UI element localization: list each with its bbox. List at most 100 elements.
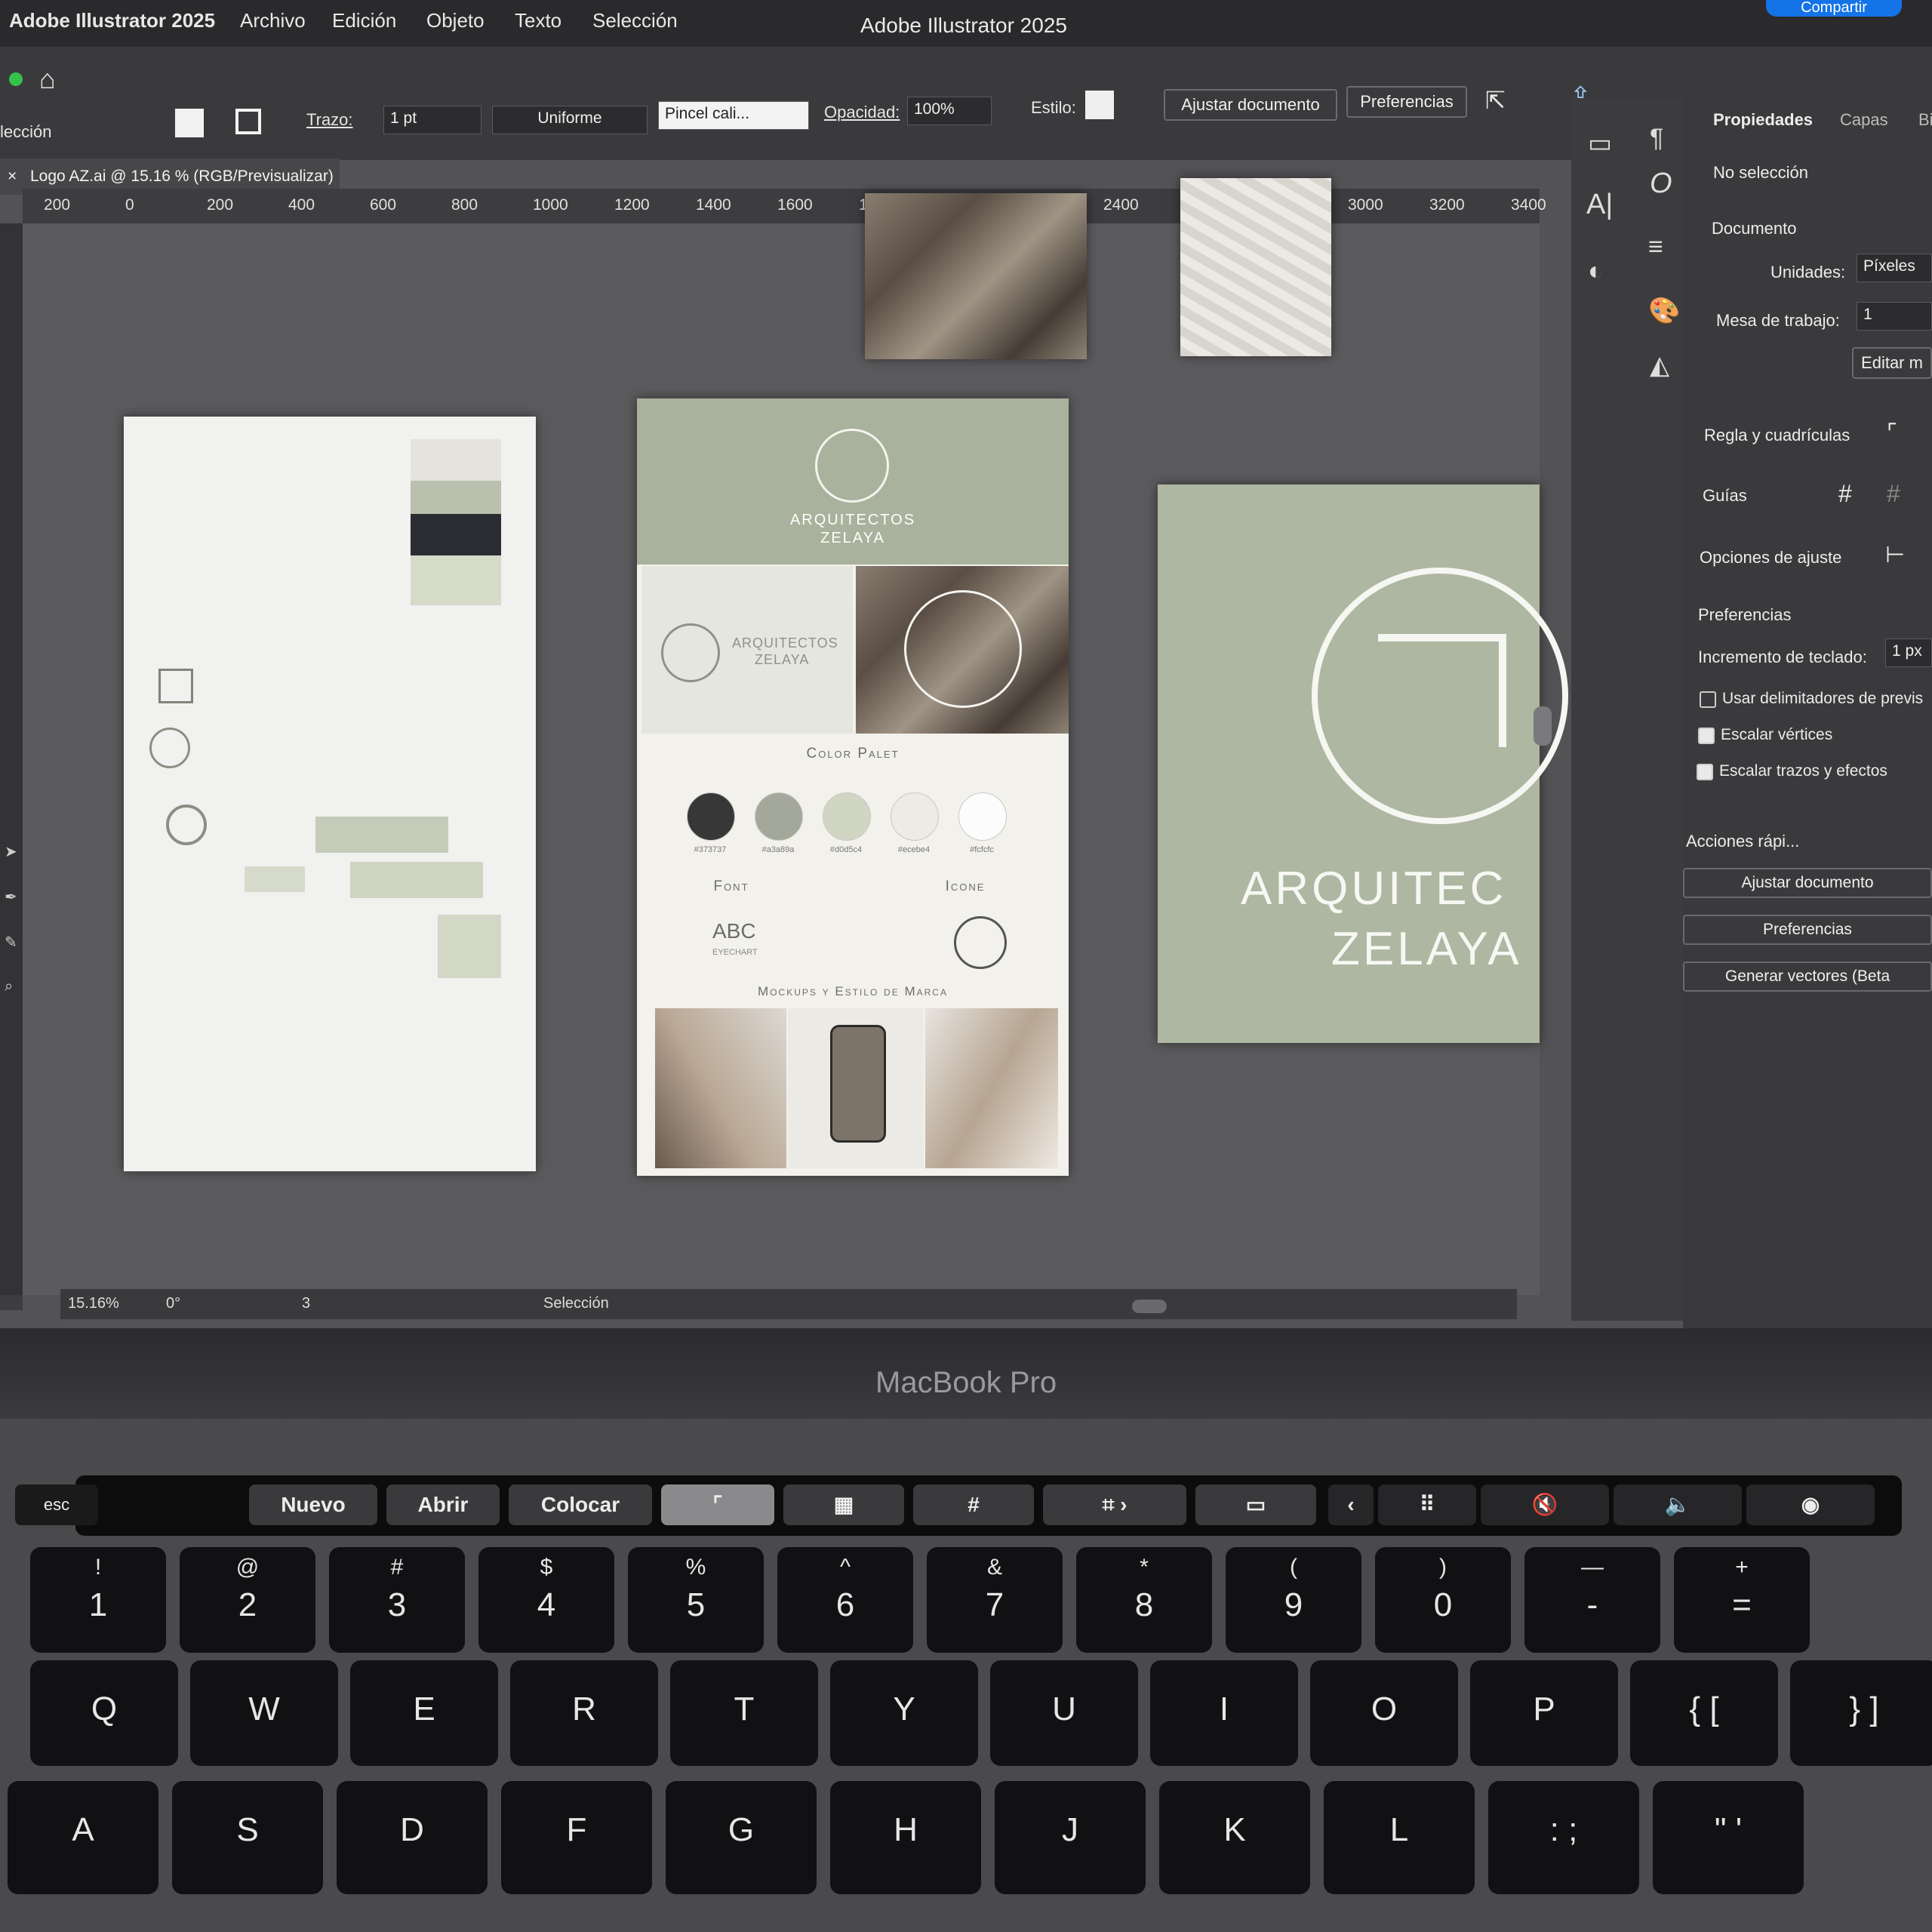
selection-tool-icon[interactable]: ➤ (5, 842, 17, 861)
letter-key[interactable]: U (990, 1660, 1138, 1766)
scale-strokes-checkbox[interactable] (1697, 764, 1713, 780)
brush-tool-icon[interactable]: ✎ (5, 933, 17, 952)
color-guide-icon[interactable]: 🎨 (1648, 296, 1680, 326)
touchbar-mute-icon[interactable]: 🔇 (1481, 1484, 1609, 1525)
arrange-icon[interactable]: ⇱ (1485, 86, 1506, 115)
letter-key[interactable]: } ] (1790, 1660, 1932, 1766)
letter-key[interactable]: K (1159, 1781, 1310, 1894)
touchbar-grid-icon[interactable]: ▦ (783, 1484, 904, 1525)
letter-key[interactable]: G (666, 1781, 817, 1894)
ruler-toggle-icon[interactable]: ⌜ (1887, 420, 1897, 446)
quick-preferences-button[interactable]: Preferencias (1683, 915, 1932, 945)
touchbar-collapse-icon[interactable]: ‹ (1328, 1484, 1374, 1525)
touchbar-launchpad-icon[interactable]: ⠿ (1378, 1484, 1476, 1525)
align-panel-icon[interactable]: ≡ (1648, 232, 1663, 262)
menu-seleccion[interactable]: Selección (592, 9, 678, 32)
stroke-swatch[interactable] (235, 109, 261, 134)
zoom-level[interactable]: 15.16% (68, 1295, 119, 1312)
character-panel-icon[interactable]: A| (1586, 189, 1613, 221)
number-key[interactable]: #3 (329, 1547, 465, 1653)
stone-texture-image[interactable] (865, 193, 1087, 359)
pen-tool-icon[interactable]: ✒ (5, 888, 17, 906)
number-key[interactable]: @2 (180, 1547, 315, 1653)
number-key[interactable]: ! 1 (30, 1547, 166, 1653)
snap-toggle-icon[interactable]: ⊢ (1885, 542, 1905, 568)
paragraph-panel-icon[interactable]: ¶ (1650, 124, 1663, 153)
letter-key[interactable]: L (1324, 1781, 1475, 1894)
touchbar-crop-icon[interactable]: ⌗ › (1043, 1484, 1186, 1525)
artboard-navigator[interactable]: 3 (302, 1295, 310, 1312)
rotate-view[interactable]: 0° (166, 1295, 180, 1312)
letter-key[interactable]: O (1310, 1660, 1458, 1766)
touchbar-guides-icon[interactable]: # (913, 1484, 1034, 1525)
letter-key[interactable]: D (337, 1781, 488, 1894)
tab-properties[interactable]: Propiedades (1713, 110, 1813, 130)
letter-key[interactable]: R (510, 1660, 658, 1766)
number-key[interactable]: (9 (1226, 1547, 1361, 1653)
number-key[interactable]: % 5 (628, 1547, 764, 1653)
share-button[interactable]: Compartir (1766, 0, 1902, 17)
number-key[interactable]: — - (1524, 1547, 1660, 1653)
touchbar-screen-mode-icon[interactable]: ▭ (1195, 1484, 1316, 1525)
number-key[interactable]: $4 (478, 1547, 614, 1653)
number-key[interactable]: ) 0 (1375, 1547, 1511, 1653)
number-key[interactable]: & 7 (927, 1547, 1063, 1653)
zoom-tool-icon[interactable]: ⌕ (5, 978, 13, 995)
letter-key[interactable]: E (350, 1660, 498, 1766)
brush-definition[interactable]: Pincel cali... (658, 101, 809, 130)
letter-key[interactable]: Q (30, 1660, 178, 1766)
vertical-scrollbar-thumb[interactable] (1534, 706, 1552, 746)
horizontal-scrollbar-thumb[interactable] (1132, 1300, 1167, 1313)
artboards-panel-icon[interactable]: ▭ (1588, 128, 1612, 158)
letter-key[interactable]: H (830, 1781, 981, 1894)
use-preview-bounds-checkbox[interactable] (1700, 691, 1716, 708)
scale-corners-checkbox[interactable] (1698, 728, 1715, 744)
transparency-panel-icon[interactable]: ◭ (1650, 350, 1669, 380)
pixel-grid-icon[interactable]: # (1887, 480, 1900, 508)
letter-key[interactable]: W (190, 1660, 338, 1766)
opacity-field[interactable]: 100% (907, 97, 992, 125)
artboard-select[interactable]: 1 (1857, 302, 1932, 331)
touchbar-place-button[interactable]: Colocar (509, 1484, 652, 1525)
number-key[interactable]: * 8 (1076, 1547, 1212, 1653)
letter-key[interactable]: T (670, 1660, 818, 1766)
quick-adjust-document-button[interactable]: Ajustar documento (1683, 868, 1932, 898)
letter-key[interactable]: P (1470, 1660, 1618, 1766)
units-select[interactable]: Píxeles (1857, 254, 1932, 282)
menu-texto[interactable]: Texto (515, 9, 561, 32)
menu-edicion[interactable]: Edición (332, 9, 396, 32)
variable-width-profile[interactable]: Uniforme (492, 106, 648, 134)
pathfinder-panel-icon[interactable]: ◐ (1588, 257, 1604, 286)
tab-layers[interactable]: Capas (1840, 110, 1888, 130)
sketch-artboard[interactable] (124, 417, 536, 1171)
letter-key[interactable]: S (172, 1781, 323, 1894)
app-menu[interactable]: Adobe Illustrator 2025 (9, 9, 215, 32)
style-swatch[interactable] (1085, 91, 1114, 119)
touchbar-ruler-icon[interactable]: ⌜ (661, 1484, 774, 1525)
letter-key[interactable]: " ' (1653, 1781, 1804, 1894)
keyboard-increment-field[interactable]: 1 px (1885, 638, 1932, 667)
letter-key[interactable]: A (8, 1781, 158, 1894)
letter-key[interactable]: J (995, 1781, 1146, 1894)
adjust-document-button[interactable]: Ajustar documento (1164, 89, 1337, 121)
home-icon[interactable]: ⌂ (39, 63, 56, 95)
window-dot-icon[interactable] (9, 72, 23, 86)
touchbar-siri-icon[interactable]: ◉ (1746, 1484, 1875, 1525)
menu-archivo[interactable]: Archivo (240, 9, 306, 32)
edit-artboards-button[interactable]: Editar m (1852, 347, 1932, 379)
letter-key[interactable]: Y (830, 1660, 978, 1766)
brand-board-artboard[interactable]: ARQUITECTOS ZELAYA ARQUITECTOS ZELAYA Co… (637, 398, 1069, 1176)
close-tab-icon[interactable]: × (8, 158, 17, 195)
esc-key[interactable]: esc (15, 1484, 98, 1525)
opacity-label[interactable]: Opacidad: (824, 103, 900, 122)
letter-key[interactable]: { [ (1630, 1660, 1778, 1766)
number-key[interactable]: ^ 6 (777, 1547, 913, 1653)
number-key[interactable]: + = (1674, 1547, 1810, 1653)
touchbar-open-button[interactable]: Abrir (386, 1484, 500, 1525)
architecture-plan-image[interactable] (1180, 178, 1331, 356)
menu-objeto[interactable]: Objeto (426, 9, 485, 32)
touchbar-new-button[interactable]: Nuevo (249, 1484, 377, 1525)
letter-key[interactable]: F (501, 1781, 652, 1894)
guides-grid-icon[interactable]: # (1838, 480, 1852, 508)
generate-vectors-button[interactable]: Generar vectores (Beta (1683, 961, 1932, 992)
